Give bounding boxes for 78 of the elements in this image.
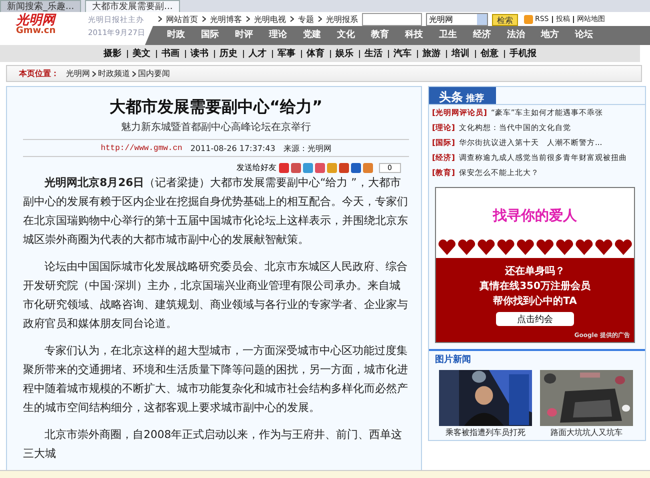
share-icon[interactable] xyxy=(290,162,301,172)
chevron-icon xyxy=(132,70,136,76)
chevron-icon xyxy=(290,16,294,22)
top-link[interactable]: 专题 xyxy=(298,14,314,24)
breadcrumb-link[interactable]: 国内要闻 xyxy=(138,68,170,79)
chevron-icon xyxy=(158,16,162,22)
nav-link[interactable]: 摄影 xyxy=(104,47,122,60)
browser-tab[interactable]: 大都市发展需要副... xyxy=(85,0,180,12)
nav-link[interactable]: 时评 xyxy=(227,26,261,45)
ad-text: 真情在线350万注册会员 xyxy=(480,279,590,293)
nav-link[interactable]: 理论 xyxy=(261,26,295,45)
site-logo[interactable]: 光明网 xyxy=(16,14,88,27)
share-icon[interactable] xyxy=(278,162,289,172)
breadcrumb-label: 本页位置： xyxy=(19,68,59,79)
nav-link[interactable]: 生活 xyxy=(364,47,382,60)
source-url[interactable]: http://www.gmw.cn xyxy=(100,144,182,152)
article-paragraph: 北京市崇外商圈，自2008年正式启动以来，作为与王府井、前门、西单这三大城 xyxy=(23,427,404,462)
nav-link[interactable]: 军事 xyxy=(278,47,296,60)
nav-link[interactable]: 读书 xyxy=(190,47,208,60)
nav-link[interactable]: 娱乐 xyxy=(336,47,354,60)
photo-caption[interactable]: 乘客被指遭列车员打死 xyxy=(446,427,526,438)
share-icon[interactable] xyxy=(350,162,361,172)
nav-link[interactable]: 科技 xyxy=(397,26,431,45)
breadcrumb-link[interactable]: 光明网 xyxy=(66,68,90,79)
ad-text: 帮你找到心中的TA xyxy=(493,294,577,308)
ad-button[interactable]: 点击约会 xyxy=(496,312,574,326)
chevron-icon xyxy=(202,16,206,22)
article-title: 大都市发展需要副中心“给力” xyxy=(108,97,324,118)
headlines-tab[interactable]: 头条 推荐 xyxy=(429,87,496,104)
top-link[interactable]: 光明电视 xyxy=(254,14,286,24)
top-link[interactable]: 网站首页 xyxy=(166,14,198,24)
nav-link[interactable]: 论坛 xyxy=(567,26,601,45)
nav-link[interactable]: 教育 xyxy=(363,26,397,45)
top-link[interactable]: 光明报系 xyxy=(326,14,358,24)
nav-link[interactable]: 文化 xyxy=(329,26,363,45)
nav-link[interactable]: 培训 xyxy=(452,47,470,60)
nav-link[interactable]: 手机报 xyxy=(510,47,536,60)
nav-link[interactable]: 法治 xyxy=(499,26,533,45)
share-icon[interactable] xyxy=(338,162,349,172)
ad-headline: 找寻你的爱人 xyxy=(493,207,577,225)
nav-link[interactable]: 旅游 xyxy=(422,47,440,60)
chevron-icon xyxy=(246,16,250,22)
article-subtitle: 魅力新东城暨首都副中心高峰论坛在京举行 xyxy=(120,120,312,134)
rss-icon[interactable] xyxy=(524,14,533,24)
publish-time: 2011-08-26 17:37:43 xyxy=(190,144,276,152)
top-link[interactable]: 光明博客 xyxy=(210,14,242,24)
share-icon[interactable] xyxy=(314,162,325,172)
nav-link[interactable]: 历史 xyxy=(220,47,238,60)
nav-link[interactable]: 汽车 xyxy=(394,47,412,60)
search-scope-select[interactable]: 光明网 xyxy=(426,13,488,26)
nav-link[interactable]: 体育 xyxy=(306,47,324,60)
ad-text: 还在单身吗？ xyxy=(505,264,565,278)
share-icon[interactable] xyxy=(302,162,313,172)
search-field[interactable] xyxy=(362,13,422,26)
breadcrumb-link[interactable]: 时政频道 xyxy=(98,68,130,79)
nav-link[interactable]: 党建 xyxy=(295,26,329,45)
search-button[interactable]: 检索 xyxy=(492,14,518,26)
browser-tab[interactable]: 新闻搜索_乐趣... xyxy=(0,0,82,12)
nav-link[interactable]: 经济 xyxy=(465,26,499,45)
nav-link[interactable]: 书画 xyxy=(162,47,180,60)
nav-link[interactable]: 创意 xyxy=(480,47,498,60)
share-icon[interactable] xyxy=(362,162,373,172)
nav-link[interactable]: 人才 xyxy=(248,47,266,60)
photo-caption[interactable]: 路面大坑坑人又坑车 xyxy=(550,427,622,438)
chevron-icon xyxy=(92,70,96,76)
nav-link[interactable]: 时政 xyxy=(159,26,193,45)
nav-link[interactable]: 美文 xyxy=(132,47,150,60)
logo-domain: Gmw.cn xyxy=(16,27,57,36)
article-paragraph: 光明网北京8月26日（记者梁捷）大都市发展需要副中心“给力 ”，大都市副中心的发展有赖于区内企业在挖掘自身优势基础上的相互配合。今天，专家们在北京国瑞购物中心举行的第十五届中国城市化论坛上这样表示，并围绕北京东城区崇外商圈为代表的大都市城市副中心的发展献智献策。 xyxy=(23,175,409,248)
chevron-icon xyxy=(318,16,322,22)
share-label: 发送给好友 xyxy=(236,162,277,173)
section-title: 图片新闻 xyxy=(429,349,645,368)
nav-link[interactable]: 地方 xyxy=(533,26,567,45)
nav-link[interactable]: 国际 xyxy=(193,26,227,45)
nav-link[interactable]: 卫生 xyxy=(431,26,465,45)
article-paragraph: 论坛由中国国际城市化发展战略研究委员会、北京市东城区人民政府、综合开发研究院（中国·深圳）主办，北京国瑞兴业商业管理有限公司承办。来自城市化研究领域、战略咨询、建筑规划、商业领域与各行业的专家学者、企业家与政府官员和媒体朋友同台论道。 xyxy=(23,259,409,332)
article-paragraph: 专家们认为，在北京这样的超大型城市，一方面深受城市中心区功能过度集聚所带来的交通拥堵、环境和生活质量下降等问题的困扰，另一方面，城市化进程中随着城市规模的不断扩大、城市功能复杂化和城市社会结构多样化而必然产生的城市空间结构细分，这都客观上要求城市副中心的发展。 xyxy=(23,343,409,416)
source-text: 来源：光明网 xyxy=(283,142,332,154)
